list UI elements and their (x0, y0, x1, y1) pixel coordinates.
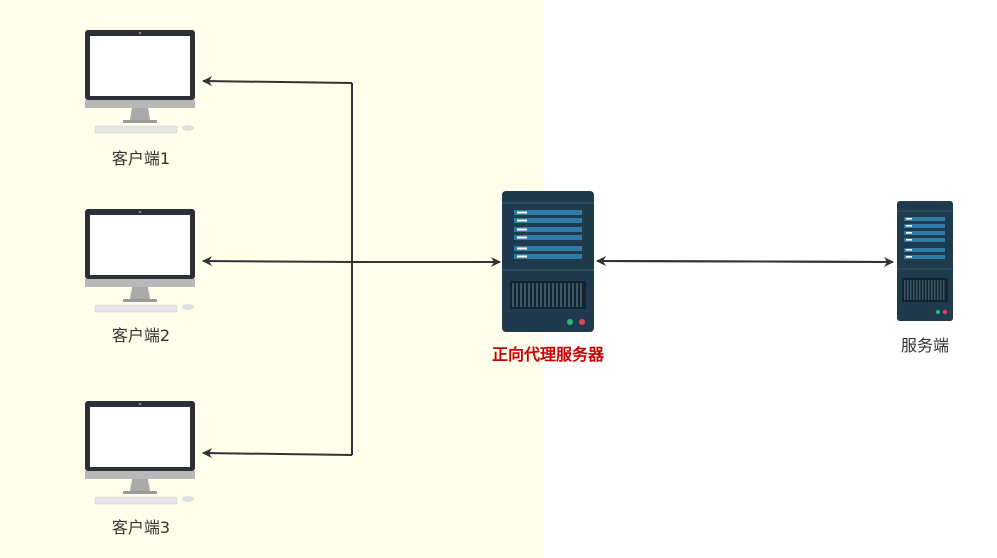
arrow-to-client-2 (202, 256, 353, 267)
server-rack-icon (897, 201, 953, 321)
desktop-computer-icon (85, 401, 195, 505)
client-2-label: 客户端2 (111, 326, 171, 345)
proxy-server-label: 正向代理服务器 (491, 345, 605, 364)
server-rack-icon (502, 191, 594, 332)
diagram-canvas: 客户端1 客户端2 客户端3 正向代理服务器 服务端 (0, 0, 997, 558)
arrow-to-client-1 (202, 76, 353, 87)
desktop-computer-icon (85, 209, 195, 313)
arrow-server-to-proxy (596, 256, 894, 267)
arrow-to-client-3 (202, 448, 353, 459)
server-label: 服务端 (900, 336, 950, 355)
client-3-label: 客户端3 (111, 518, 171, 537)
client-1-label: 客户端1 (111, 149, 171, 168)
desktop-computer-icon (85, 30, 195, 134)
